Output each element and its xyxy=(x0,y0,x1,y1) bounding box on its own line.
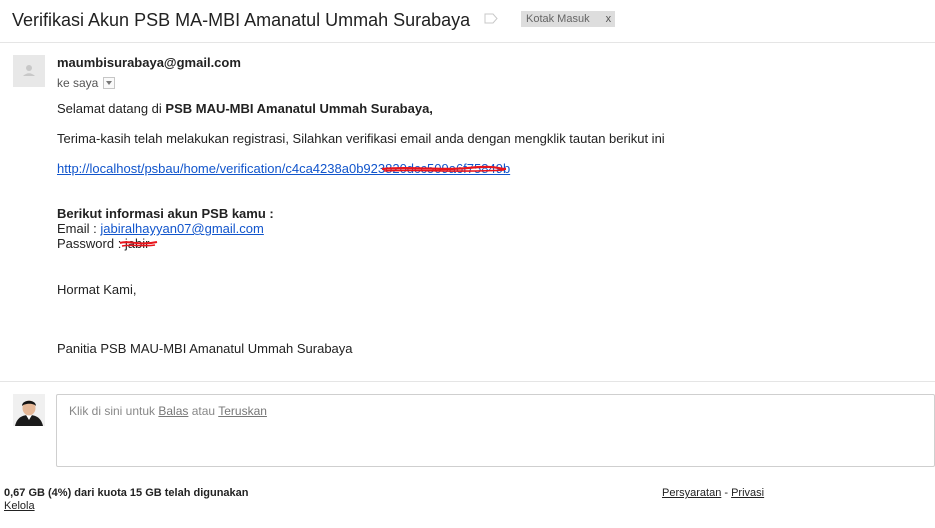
registration-text: Terima-kasih telah melakukan registrasi,… xyxy=(57,131,665,146)
label-outline-icon[interactable] xyxy=(484,13,498,24)
verification-link[interactable]: http://localhost/psbau/home/verification… xyxy=(57,161,510,176)
verification-link-line: http://localhost/psbau/home/verification… xyxy=(57,161,510,176)
recipient-line: ke saya xyxy=(57,76,116,90)
footer-separator: - xyxy=(721,487,732,499)
account-email-link[interactable]: jabiralhayyan07@gmail.com xyxy=(100,221,264,236)
sender-avatar xyxy=(13,55,45,87)
password-value: jabir xyxy=(124,236,150,251)
storage-footer: 0,67 GB (4%) dari kuota 15 GB telah digu… xyxy=(4,487,249,512)
label-chip-inbox[interactable]: Kotak Masuk x xyxy=(521,11,616,27)
closing-text: Hormat Kami, xyxy=(57,282,137,297)
forward-link[interactable]: Teruskan xyxy=(218,404,267,418)
terms-link[interactable]: Persyaratan xyxy=(662,487,721,499)
greeting-prefix: Selamat datang di xyxy=(57,101,166,116)
greeting-line: Selamat datang di PSB MAU-MBI Amanatul U… xyxy=(57,101,433,116)
password-label: Password : xyxy=(57,236,125,251)
divider xyxy=(0,381,935,382)
reply-prompt: Klik di sini untuk Balas atau Teruskan xyxy=(69,404,267,418)
email-label: Email : xyxy=(57,221,101,236)
reply-middle: atau xyxy=(188,404,219,418)
email-subject: Verifikasi Akun PSB MA-MBI Amanatul Umma… xyxy=(12,9,471,30)
sender-address: maumbisurabaya@gmail.com xyxy=(57,55,241,70)
subject-row: Verifikasi Akun PSB MA-MBI Amanatul Umma… xyxy=(12,8,470,32)
reply-prefix: Klik di sini untuk xyxy=(69,404,159,418)
chevron-down-icon[interactable] xyxy=(103,77,116,89)
reply-box[interactable]: Klik di sini untuk Balas atau Teruskan xyxy=(56,394,935,467)
reply-link[interactable]: Balas xyxy=(158,404,188,418)
signature-text: Panitia PSB MAU-MBI Amanatul Ummah Surab… xyxy=(57,341,353,356)
divider xyxy=(0,42,935,43)
account-info-heading: Berikut informasi akun PSB kamu : xyxy=(57,206,274,221)
footer-links: Persyaratan - Privasi xyxy=(662,487,764,499)
account-password-line: Password : jabir xyxy=(57,236,150,251)
account-email-line: Email : jabiralhayyan07@gmail.com xyxy=(57,221,264,236)
label-chip-text: Kotak Masuk xyxy=(526,13,590,25)
recipient-text: ke saya xyxy=(57,76,99,90)
privacy-link[interactable]: Privasi xyxy=(731,487,764,499)
user-photo-icon xyxy=(13,394,45,426)
greeting-org: PSB MAU-MBI Amanatul Ummah Surabaya, xyxy=(165,101,433,116)
my-avatar xyxy=(13,394,45,426)
storage-quota: 0,67 GB (4%) dari kuota 15 GB telah digu… xyxy=(4,487,249,499)
person-silhouette-icon xyxy=(13,55,45,87)
manage-storage-link[interactable]: Kelola xyxy=(4,500,249,512)
remove-label-button[interactable]: x xyxy=(606,13,612,25)
